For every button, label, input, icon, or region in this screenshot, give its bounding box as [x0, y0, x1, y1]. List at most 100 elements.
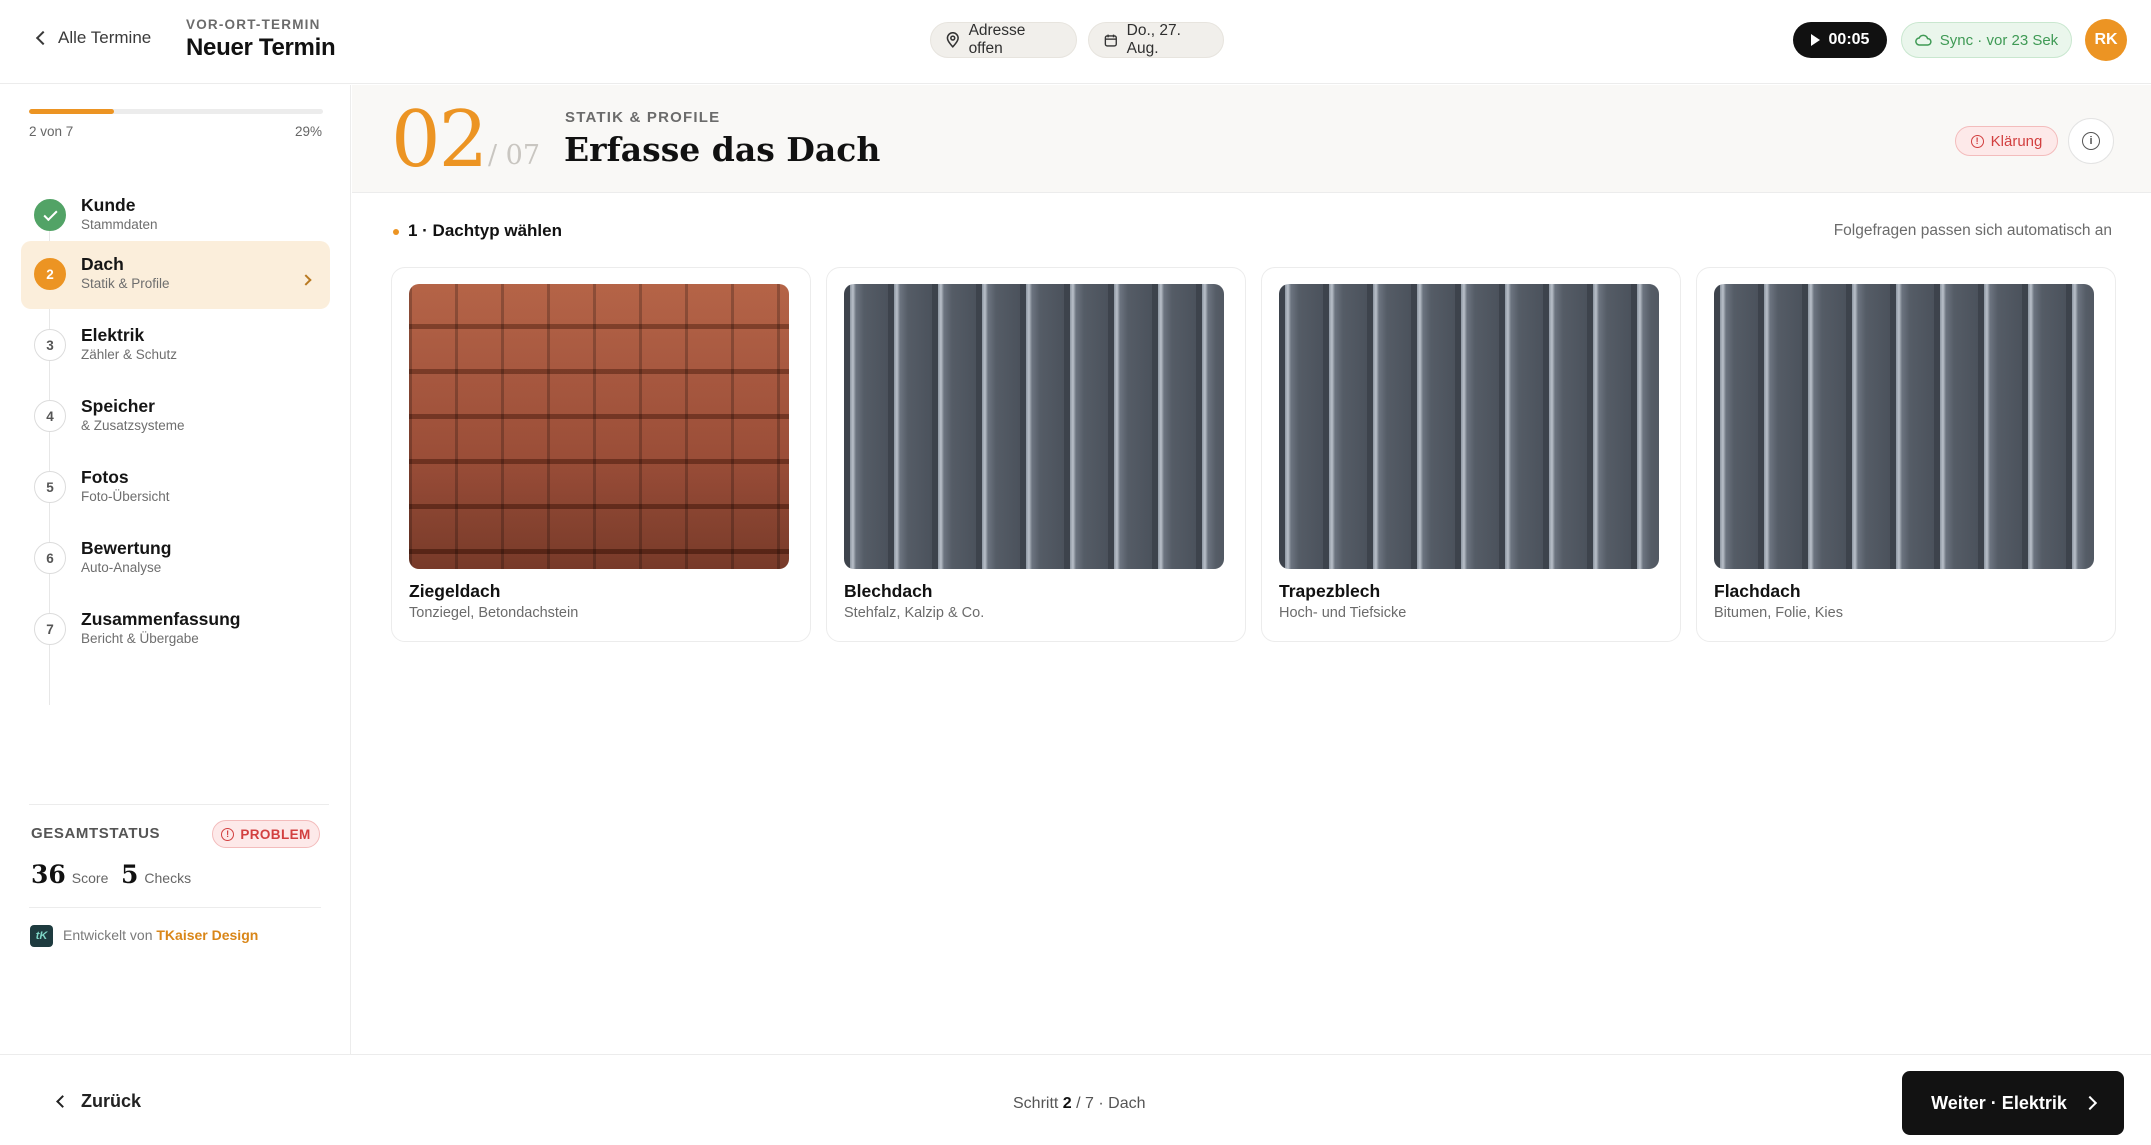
roof-type-card-ziegeldach[interactable]: Ziegeldach Tonziegel, Betondachstein [391, 267, 811, 642]
all-appointments-link[interactable]: Alle Termine [35, 28, 152, 48]
card-title: Blechdach [844, 581, 933, 601]
developer-brand-link[interactable]: TKaiser Design [156, 927, 258, 943]
back-button-label: Zurück [81, 1091, 142, 1111]
score-metric: 36 Score [31, 860, 108, 889]
chevron-right-icon [300, 271, 312, 289]
step-badge: 5 [34, 471, 66, 503]
divider [29, 907, 321, 908]
step-badge: 7 [34, 613, 66, 645]
clarification-badge[interactable]: ! Klärung [1955, 126, 2058, 156]
step-title: Erfasse das Dach [564, 130, 881, 169]
progress-bar [29, 109, 323, 114]
step-indicator-current: 2 [1062, 1095, 1072, 1112]
header-eyebrow: VOR-ORT-TERMIN [186, 17, 321, 32]
step-sublabel: Stammdaten [81, 217, 158, 232]
step-label: Dach [81, 254, 124, 274]
step-total: / 07 [488, 140, 541, 171]
bottom-bar: Zurück Schritt 2 / 7 · Dach Weiter · Ele… [0, 1054, 2151, 1145]
developer-credit: Entwickelt von TKaiser Design [63, 927, 258, 943]
step-label: Zusammenfassung [81, 609, 241, 629]
alert-icon: ! [221, 827, 235, 841]
sync-label: Sync · vor 23 Sek [1939, 31, 2059, 49]
alert-icon: ! [1970, 134, 1984, 148]
back-button[interactable]: Zurück [56, 1091, 142, 1112]
roof-image-flat [1714, 284, 2094, 569]
roof-image-trapezoid [1279, 284, 1659, 569]
roof-type-card-trapezblech[interactable]: Trapezblech Hoch- und Tiefsicke [1261, 267, 1681, 642]
step-sublabel: & Zusatzsysteme [81, 418, 185, 433]
step-indicator-prefix: Schritt [1013, 1095, 1059, 1112]
step-label: Speicher [81, 396, 155, 416]
sidebar-step-kunde[interactable]: Kunde Stammdaten [21, 182, 330, 250]
sidebar-step-fotos[interactable]: 5 Fotos Foto-Übersicht [21, 454, 330, 522]
checks-label: Checks [144, 870, 192, 886]
step-label: Elektrik [81, 325, 145, 345]
roof-image-metal [844, 284, 1224, 569]
step-indicator: Schritt 2 / 7 · Dach [1013, 1095, 1146, 1113]
sidebar-step-zusammenfassung[interactable]: 7 Zusammenfassung Bericht & Übergabe [21, 596, 330, 664]
score-value: 36 [31, 860, 66, 889]
card-subtitle: Bitumen, Folie, Kies [1714, 605, 1843, 621]
next-button[interactable]: Weiter · Elektrik [1902, 1071, 2124, 1135]
timer-value: 00:05 [1828, 31, 1870, 48]
address-label: Adresse offen [968, 22, 1026, 57]
chevron-right-icon [2082, 1095, 2097, 1111]
step-badge: 6 [34, 542, 66, 574]
sidebar-step-elektrik[interactable]: 3 Elektrik Zähler & Schutz [21, 312, 330, 380]
clarification-label: Klärung [1990, 132, 2043, 150]
developer-logo: tK [30, 925, 53, 947]
sync-status: Sync · vor 23 Sek [1901, 22, 2072, 58]
sidebar-step-bewertung[interactable]: 6 Bewertung Auto-Analyse [21, 525, 330, 593]
checks-value: 5 [121, 860, 139, 889]
date-label: Do., 27. Aug. [1126, 22, 1181, 57]
step-sublabel: Foto-Übersicht [81, 489, 170, 504]
step-label: Fotos [81, 467, 129, 487]
roof-type-card-flachdach[interactable]: Flachdach Bitumen, Folie, Kies [1696, 267, 2116, 642]
step-sidebar: 2 von 7 29% Kunde Stammdaten 2 Dach Stat… [0, 85, 351, 1054]
step-indicator-suffix: / 7 · Dach [1076, 1095, 1146, 1112]
next-button-label: Weiter · Elektrik [1931, 1092, 2067, 1113]
step-badge-current: 2 [34, 258, 66, 290]
date-pill[interactable]: Do., 27. Aug. [1088, 22, 1224, 58]
info-button[interactable]: i [2068, 118, 2114, 164]
roof-type-card-blechdach[interactable]: Blechdach Stehfalz, Kalzip & Co. [826, 267, 1246, 642]
top-header: Alle Termine VOR-ORT-TERMIN Neuer Termin… [0, 0, 2151, 84]
status-badge: ! PROBLEM [212, 820, 320, 848]
status-badge-label: PROBLEM [240, 826, 311, 842]
address-pill[interactable]: Adresse offen [930, 22, 1077, 58]
step-badge-done [34, 199, 66, 231]
progress-fill [29, 109, 115, 114]
calendar-icon [1104, 34, 1117, 47]
section-bullet [393, 229, 399, 235]
progress-count: 2 von 7 [29, 124, 74, 139]
step-sublabel: Bericht & Übergabe [81, 631, 199, 646]
card-title: Flachdach [1714, 581, 1801, 601]
check-icon [42, 206, 58, 221]
roof-image-tiles [409, 284, 789, 569]
sidebar-step-dach[interactable]: 2 Dach Statik & Profile [21, 241, 330, 309]
overall-status-label: GESAMTSTATUS [31, 825, 161, 842]
chevron-left-icon [56, 1095, 69, 1108]
card-subtitle: Stehfalz, Kalzip & Co. [844, 605, 985, 621]
card-title: Trapezblech [1279, 581, 1381, 601]
step-eyebrow: STATIK & PROFILE [565, 109, 721, 126]
page-title: Neuer Termin [186, 34, 336, 61]
sidebar-step-speicher[interactable]: 4 Speicher & Zusatzsysteme [21, 383, 330, 451]
step-badge: 4 [34, 400, 66, 432]
score-label: Score [71, 870, 109, 886]
developer-prefix: Entwickelt von [63, 927, 153, 943]
all-appointments-label: Alle Termine [58, 28, 152, 47]
divider [29, 804, 329, 805]
step-number: 02 [391, 95, 488, 185]
user-avatar[interactable]: RK [2085, 19, 2127, 61]
progress-percent: 29% [294, 124, 322, 139]
card-title: Ziegeldach [409, 581, 501, 601]
section-title: 1 · Dachtyp wählen [408, 221, 562, 240]
card-subtitle: Tonziegel, Betondachstein [409, 605, 579, 621]
step-badge: 3 [34, 329, 66, 361]
location-pin-icon [946, 32, 959, 48]
step-label: Bewertung [81, 538, 172, 558]
checks-metric: 5 Checks [121, 860, 191, 889]
timer-button[interactable]: 00:05 [1793, 22, 1887, 58]
step-sublabel: Statik & Profile [81, 276, 170, 291]
